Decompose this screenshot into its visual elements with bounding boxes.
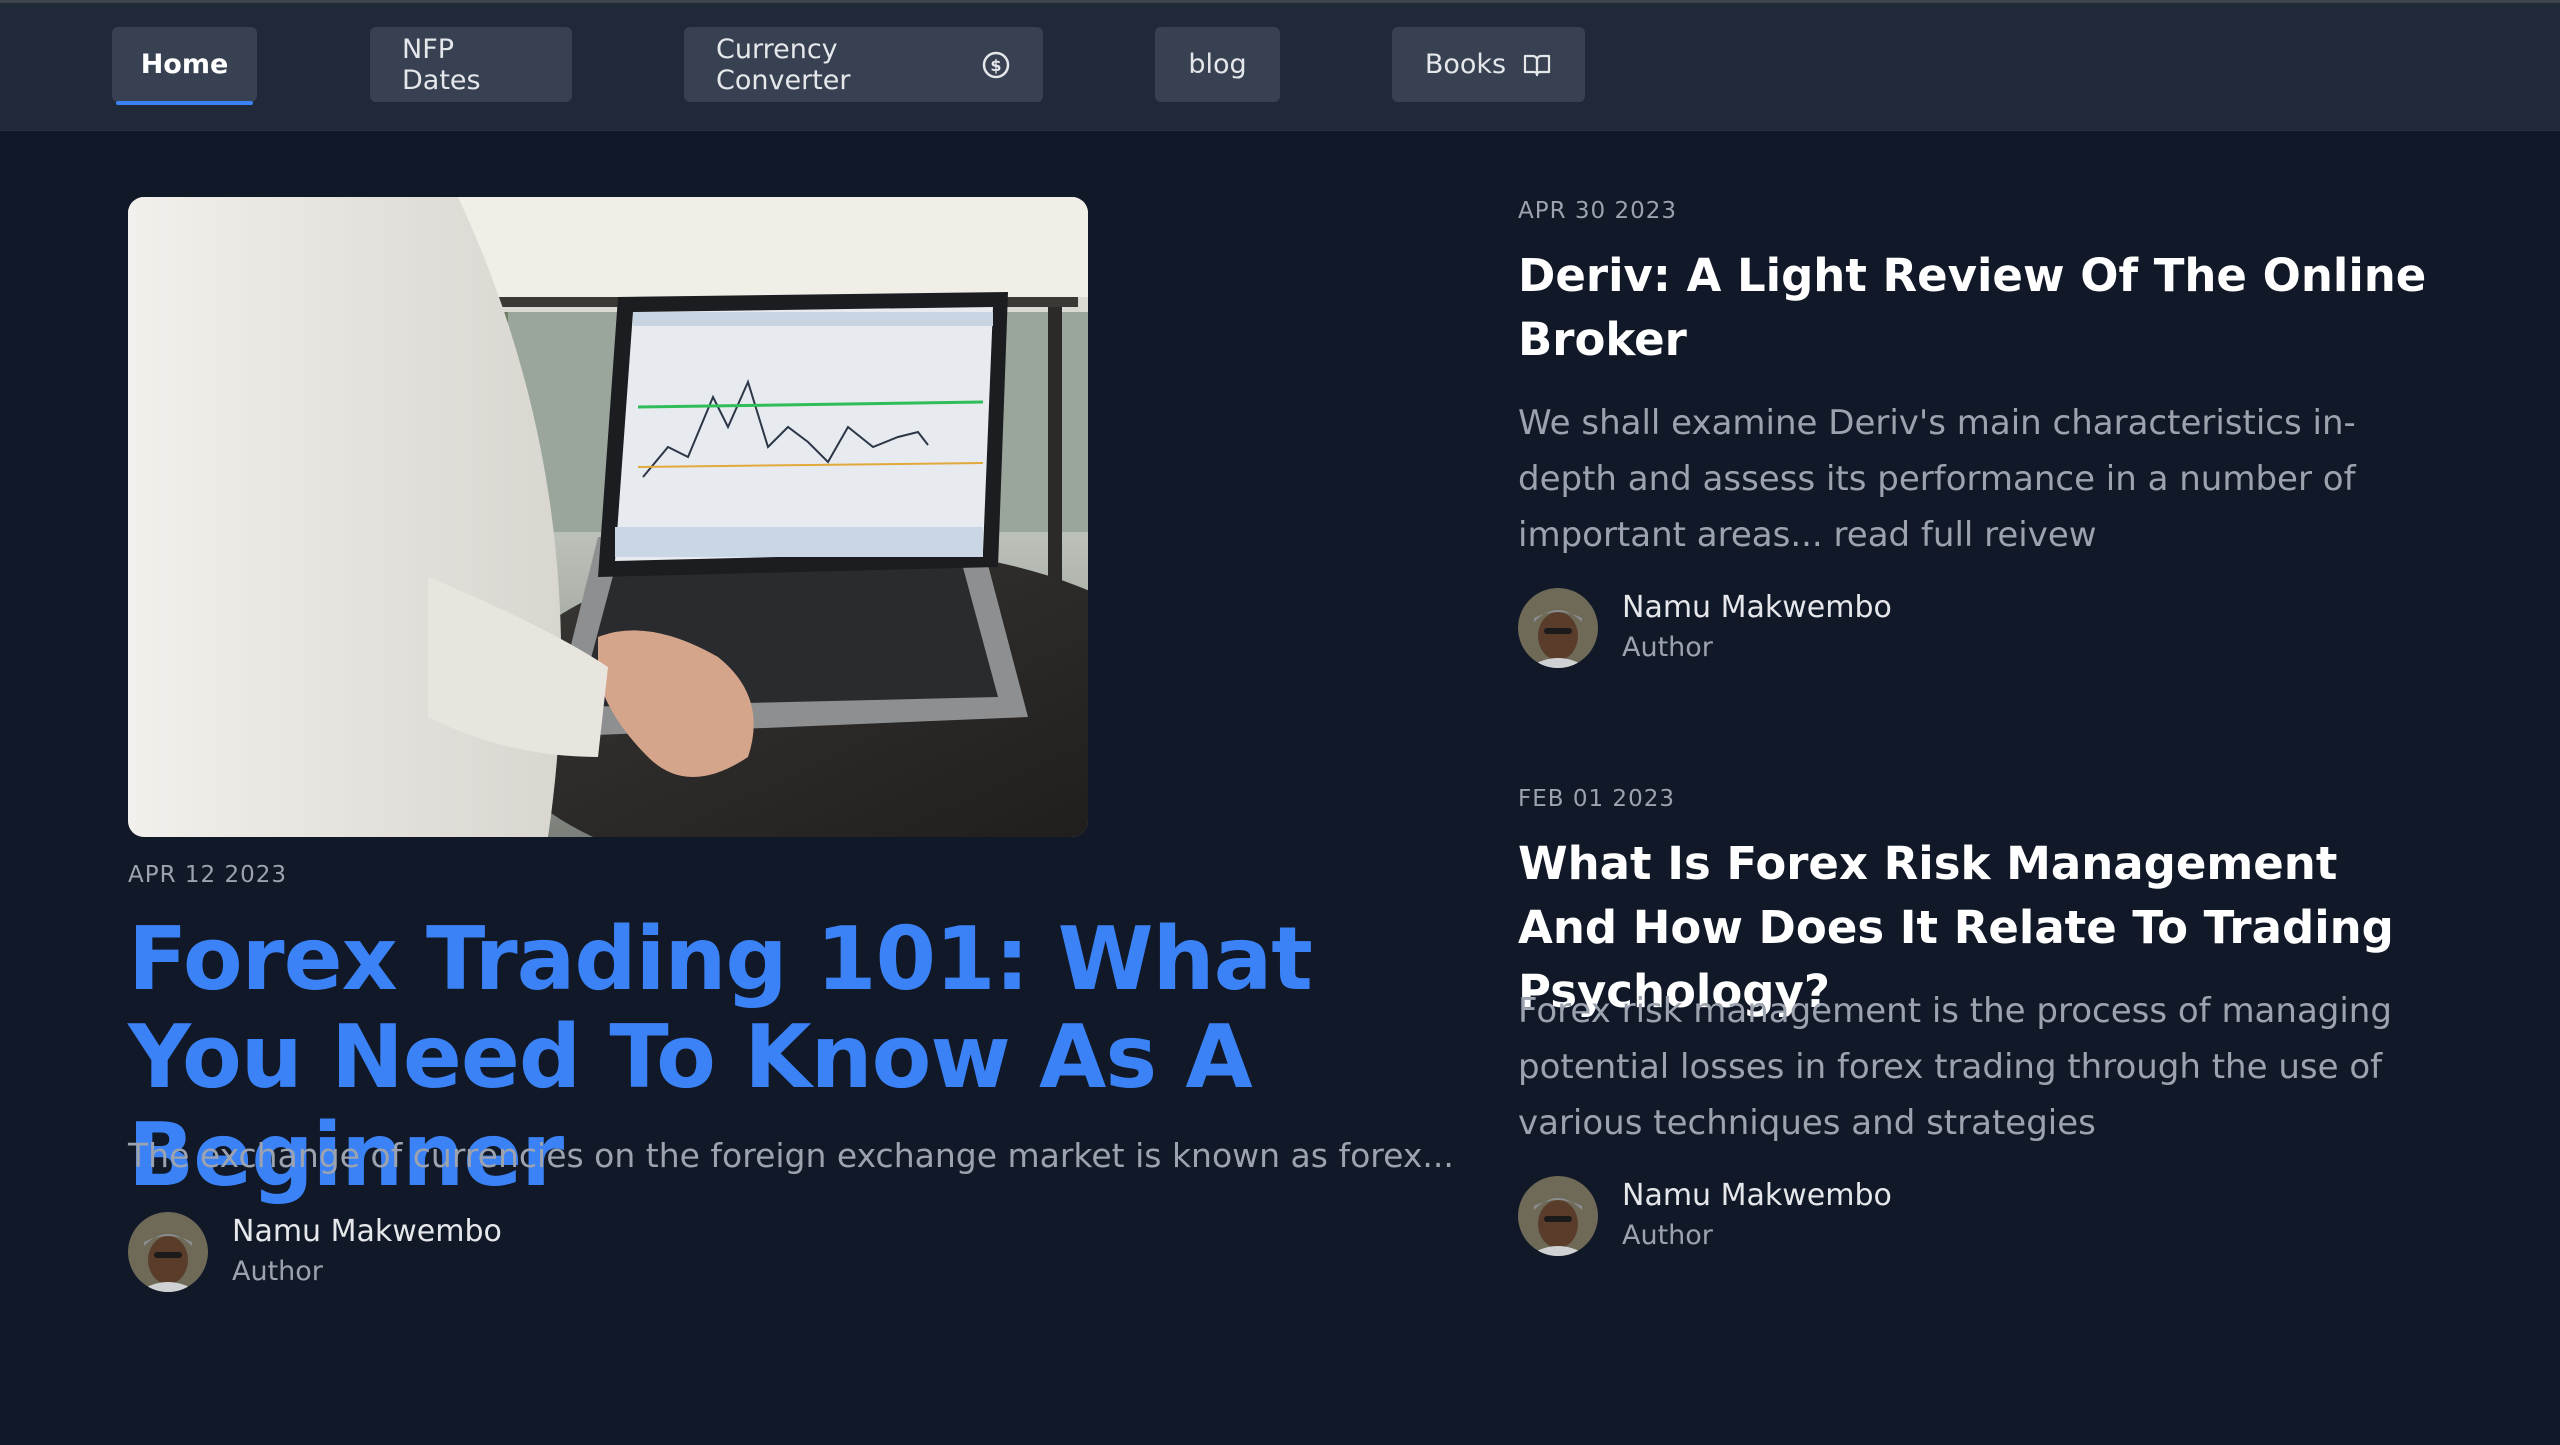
author-role: Author [1622, 632, 1713, 663]
featured-post-image[interactable] [128, 197, 1088, 837]
author-role: Author [232, 1256, 323, 1287]
post-date: FEB 01 2023 [1518, 786, 1675, 812]
featured-post-excerpt: The exchange of currencies on the foreig… [128, 1136, 1454, 1175]
featured-post-author: Namu Makwembo Author [128, 1212, 502, 1292]
author-avatar [1518, 588, 1598, 668]
author-name[interactable]: Namu Makwembo [1622, 1176, 1892, 1216]
dollar-circle-icon: $ [981, 50, 1011, 80]
post-author: Namu Makwembo Author [1518, 1176, 1892, 1256]
nav-home-button[interactable]: Home [112, 27, 257, 105]
svg-text:$: $ [990, 56, 1001, 75]
featured-post-date: APR 12 2023 [128, 862, 288, 888]
author-name[interactable]: Namu Makwembo [1622, 588, 1892, 628]
post-excerpt: Forex risk management is the process of … [1518, 991, 2392, 1143]
author-avatar [128, 1212, 208, 1292]
top-navbar: Home NFP Dates Currency Converter $ blog… [0, 3, 2560, 131]
book-open-icon [1522, 50, 1552, 80]
post-title[interactable]: Deriv: A Light Review Of The Online Brok… [1518, 244, 2438, 372]
post-author: Namu Makwembo Author [1518, 588, 1892, 668]
nav-nfp-dates-button[interactable]: NFP Dates [370, 27, 572, 102]
nav-currency-converter-button[interactable]: Currency Converter $ [684, 27, 1043, 102]
nav-nfp-label: NFP Dates [402, 33, 481, 96]
nav-home-label: Home [140, 49, 229, 80]
post-date: APR 30 2023 [1518, 198, 1678, 224]
nav-books-label: Books [1424, 49, 1507, 80]
author-avatar [1518, 1176, 1598, 1256]
author-role: Author [1622, 1220, 1713, 1251]
author-name[interactable]: Namu Makwembo [232, 1212, 502, 1252]
nav-converter-label: Currency Converter [716, 33, 851, 96]
post-excerpt: We shall examine Deriv's main characteri… [1518, 403, 2356, 555]
nav-blog-button[interactable]: blog [1155, 27, 1280, 102]
laptop-trading-chart-photo-icon [128, 197, 1088, 837]
nav-blog-label: blog [1188, 49, 1247, 80]
nav-books-button[interactable]: Books [1392, 27, 1585, 102]
